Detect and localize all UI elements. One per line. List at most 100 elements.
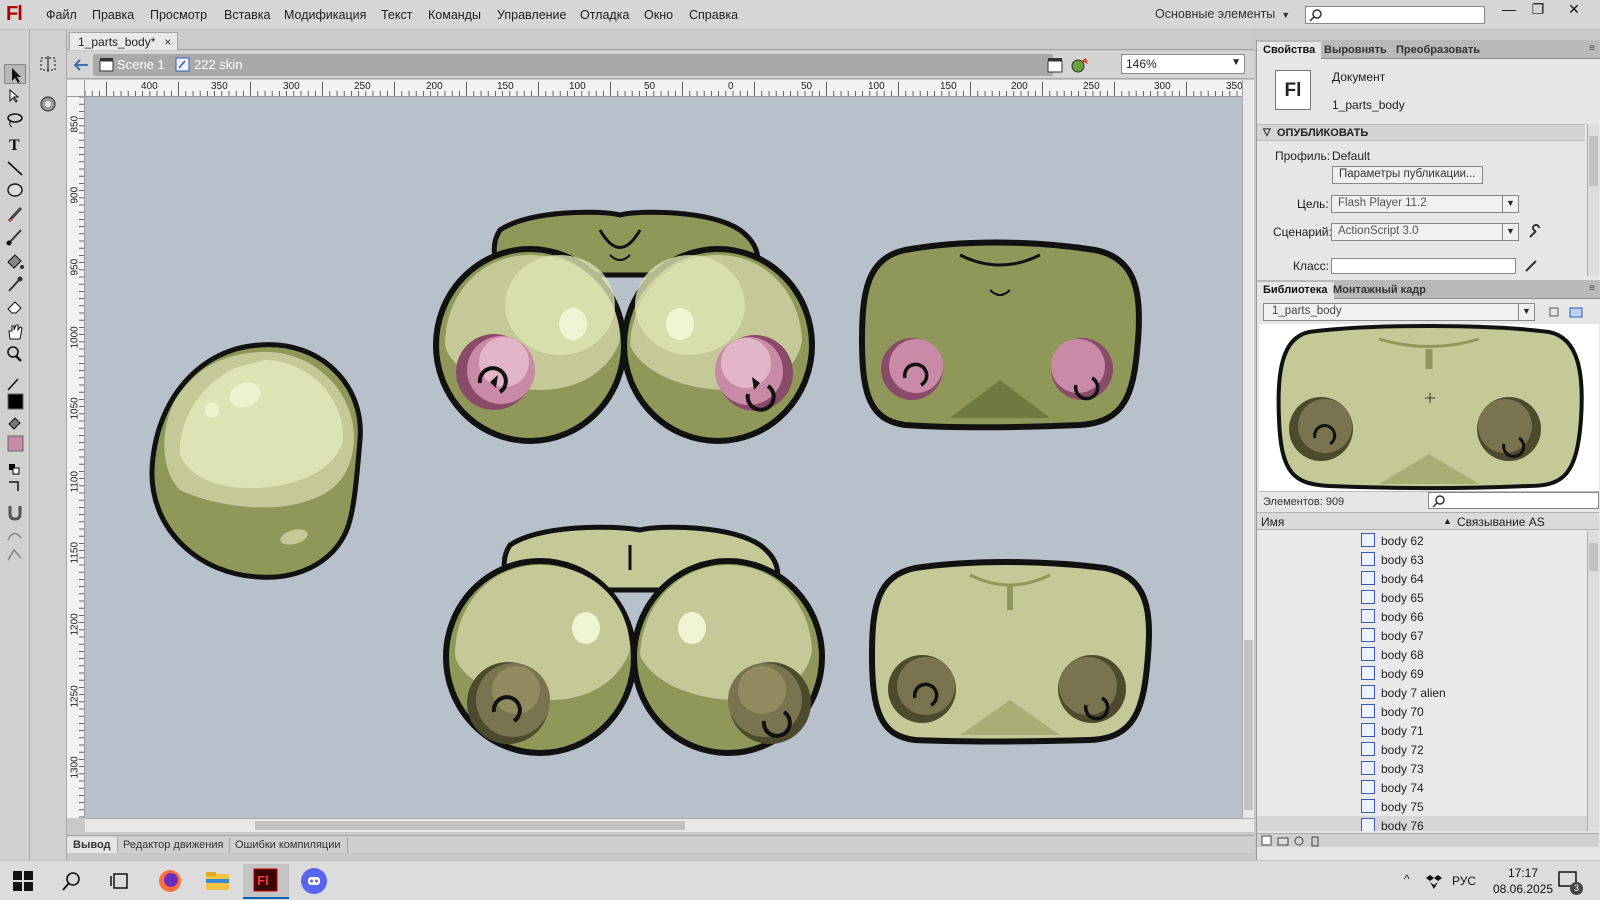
menu-view[interactable]: Просмотр [150, 8, 207, 22]
delete-icon[interactable] [1309, 835, 1321, 847]
edit-symbol-icon[interactable] [1070, 56, 1092, 74]
stroke-color-icon[interactable] [4, 374, 26, 394]
list-item[interactable]: body 76 [1257, 816, 1587, 831]
body-part-chest-brown[interactable] [443, 524, 825, 756]
sort-arrow-icon[interactable]: ▲ [1443, 516, 1452, 526]
menu-edit[interactable]: Правка [92, 8, 134, 22]
stage-horizontal-scrollbar[interactable] [85, 818, 1254, 832]
free-transform-icon[interactable] [37, 54, 59, 74]
text-tool-icon[interactable]: T [4, 134, 26, 154]
pin-icon[interactable] [1547, 305, 1561, 319]
new-folder-icon[interactable] [1277, 835, 1289, 847]
chevron-up-icon[interactable]: ^ [1404, 872, 1410, 886]
pencil-icon[interactable] [1523, 258, 1539, 274]
list-item[interactable]: body 63 [1257, 550, 1587, 569]
tab-align[interactable]: Выровнять [1318, 42, 1393, 59]
close-window-button[interactable]: ✕ [1558, 1, 1590, 19]
tab-motion-presets[interactable]: Монтажный кадр [1327, 282, 1432, 299]
list-item[interactable]: body 75 [1257, 797, 1587, 816]
breadcrumb-symbol[interactable]: 222 skin [194, 57, 242, 72]
fill-swatch[interactable] [4, 434, 26, 454]
list-item[interactable]: body 64 [1257, 569, 1587, 588]
straighten-icon[interactable] [4, 546, 26, 566]
workspace-switcher[interactable]: Основные элементы ▼ [1155, 7, 1290, 21]
explorer-taskbar-button[interactable] [195, 864, 241, 899]
menu-text[interactable]: Текст [381, 8, 412, 22]
body-part-chest-flat-pink[interactable] [858, 239, 1142, 431]
tab-library[interactable]: Библиотека [1257, 282, 1334, 299]
eraser-icon[interactable] [4, 296, 26, 316]
eyedropper-icon[interactable] [4, 274, 26, 294]
library-file-select[interactable]: 1_parts_body ▼ [1263, 303, 1535, 321]
menu-commands[interactable]: Команды [428, 8, 481, 22]
tab-compiler-errors[interactable]: Ошибки компиляции [229, 837, 348, 853]
brush-tool-icon[interactable] [4, 226, 26, 246]
properties-scrollbar[interactable] [1587, 124, 1599, 276]
selection-tool-icon[interactable] [4, 64, 26, 84]
body-part-round[interactable] [149, 342, 363, 580]
publish-section-header[interactable]: ▽ ОПУБЛИКОВАТЬ [1257, 124, 1585, 141]
list-item[interactable]: body 65 [1257, 588, 1587, 607]
list-item[interactable]: body 71 [1257, 721, 1587, 740]
fill-color-icon[interactable] [4, 414, 26, 434]
target-select[interactable]: Flash Player 11.2 ▼ [1331, 195, 1519, 213]
restore-button[interactable]: ❐ [1522, 1, 1554, 19]
pencil-tool-icon[interactable] [4, 204, 26, 224]
stroke-swatch[interactable] [4, 392, 26, 412]
publish-settings-button[interactable]: Параметры публикации... [1332, 166, 1483, 184]
stage-canvas[interactable] [85, 97, 1242, 818]
tab-transform[interactable]: Преобразовать [1390, 42, 1486, 59]
doc-tab-1-parts-body[interactable]: 1_parts_body* × [69, 32, 179, 50]
smooth-icon[interactable] [4, 526, 26, 546]
flash-taskbar-button[interactable]: Fl [243, 864, 289, 899]
list-item[interactable]: body 73 [1257, 759, 1587, 778]
back-arrow-icon[interactable] [72, 57, 90, 73]
close-icon[interactable]: × [164, 35, 171, 49]
script-select[interactable]: ActionScript 3.0 ▼ [1331, 223, 1519, 241]
properties-icon[interactable] [1293, 835, 1305, 847]
default-colors-icon[interactable] [4, 458, 26, 478]
menu-debug[interactable]: Отладка [580, 8, 629, 22]
zoom-select[interactable]: 146% ▼ [1121, 54, 1245, 74]
subselection-tool-icon[interactable] [4, 86, 26, 106]
firefox-taskbar-button[interactable] [147, 864, 193, 899]
help-search-input[interactable] [1305, 6, 1485, 24]
new-library-panel-icon[interactable] [1569, 305, 1585, 319]
list-item[interactable]: body 7 alien [1257, 683, 1587, 702]
menu-file[interactable]: Файл [46, 8, 77, 22]
menu-insert[interactable]: Вставка [224, 8, 270, 22]
library-scrollbar[interactable] [1587, 531, 1599, 831]
dropbox-icon[interactable] [1426, 873, 1442, 889]
snap-magnet-icon[interactable] [4, 502, 26, 522]
list-item[interactable]: body 74 [1257, 778, 1587, 797]
new-symbol-icon[interactable] [1261, 835, 1273, 847]
breadcrumb-scene[interactable]: Scene 1 [117, 57, 165, 72]
col-name[interactable]: Имя [1261, 515, 1284, 529]
hand-tool-icon[interactable] [4, 322, 26, 342]
col-linkage[interactable]: Связывание AS [1457, 515, 1545, 529]
clock[interactable]: 17:17 08.06.2025 [1483, 865, 1563, 897]
list-item[interactable]: body 68 [1257, 645, 1587, 664]
menu-control[interactable]: Управление [497, 8, 567, 22]
class-input[interactable] [1331, 258, 1516, 274]
wrench-icon[interactable] [1527, 224, 1543, 240]
body-part-chest-pink[interactable] [433, 209, 815, 444]
panel-menu-icon[interactable]: ≡ [1589, 43, 1595, 54]
library-search-input[interactable] [1428, 492, 1599, 509]
oval-tool-icon[interactable] [4, 180, 26, 200]
line-tool-icon[interactable] [4, 158, 26, 178]
list-item[interactable]: body 67 [1257, 626, 1587, 645]
lasso-tool-icon[interactable] [4, 110, 26, 130]
list-item[interactable]: body 69 [1257, 664, 1587, 683]
menu-window[interactable]: Окно [644, 8, 673, 22]
zoom-tool-icon[interactable] [4, 344, 26, 364]
windows-start-icon[interactable] [12, 870, 36, 894]
list-item[interactable]: body 62 [1257, 531, 1587, 550]
list-item[interactable]: body 72 [1257, 740, 1587, 759]
swap-colors-icon[interactable] [4, 476, 26, 496]
list-item[interactable]: body 66 [1257, 607, 1587, 626]
list-item[interactable]: body 70 [1257, 702, 1587, 721]
tab-properties[interactable]: Свойства [1257, 42, 1322, 59]
menu-modify[interactable]: Модификация [284, 8, 366, 22]
tab-motion-editor[interactable]: Редактор движения [117, 837, 231, 853]
